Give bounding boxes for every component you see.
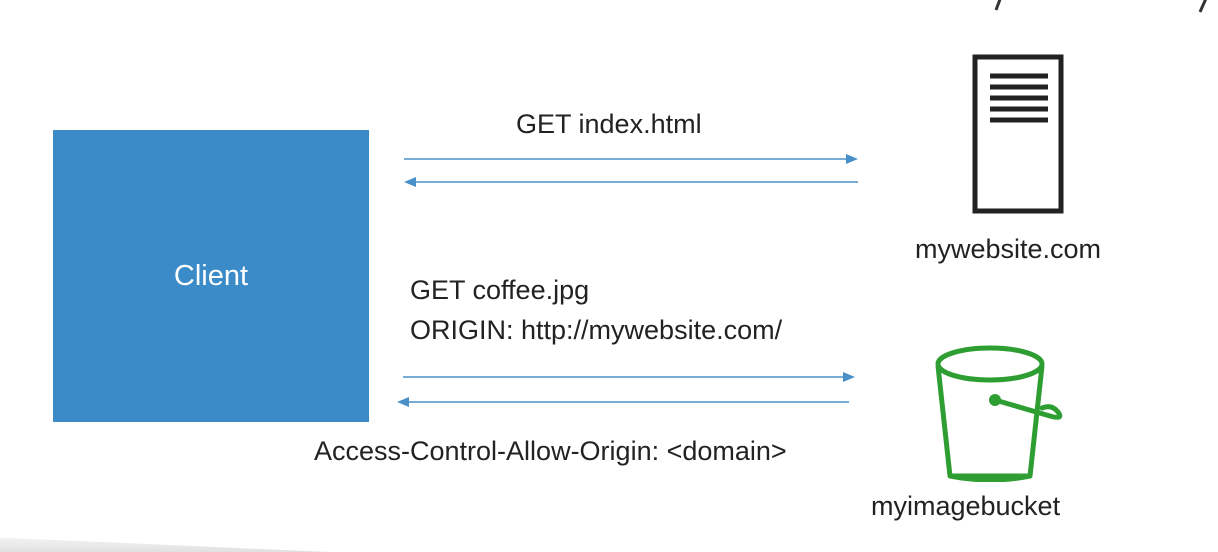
s3-bucket-icon — [935, 345, 1063, 482]
bucket-label: myimagebucket — [871, 491, 1061, 521]
request-origin-label: ORIGIN: http://mywebsite.com/ — [410, 315, 783, 345]
response-coffee-arrowhead — [397, 397, 409, 407]
request-index-arrows — [404, 154, 858, 187]
client-box: Client — [53, 130, 369, 422]
response-index-arrowhead — [404, 177, 416, 187]
document-server-icon — [972, 54, 1064, 214]
request-coffee-arrows — [397, 372, 855, 407]
response-header-label: Access-Control-Allow-Origin: <domain> — [314, 436, 787, 466]
request-index-arrowhead — [846, 154, 858, 164]
client-label: Client — [173, 259, 249, 292]
request-index-label: GET index.html — [516, 109, 702, 139]
top-edge-fragment — [994, 0, 1207, 13]
server-label: mywebsite.com — [915, 234, 1102, 264]
request-coffee-label: GET coffee.jpg — [410, 275, 590, 305]
cors-diagram: Client GET index.html mywebsite.com GET … — [0, 0, 1218, 552]
request-coffee-arrowhead — [843, 372, 855, 382]
slide-edge-shade — [0, 537, 330, 552]
